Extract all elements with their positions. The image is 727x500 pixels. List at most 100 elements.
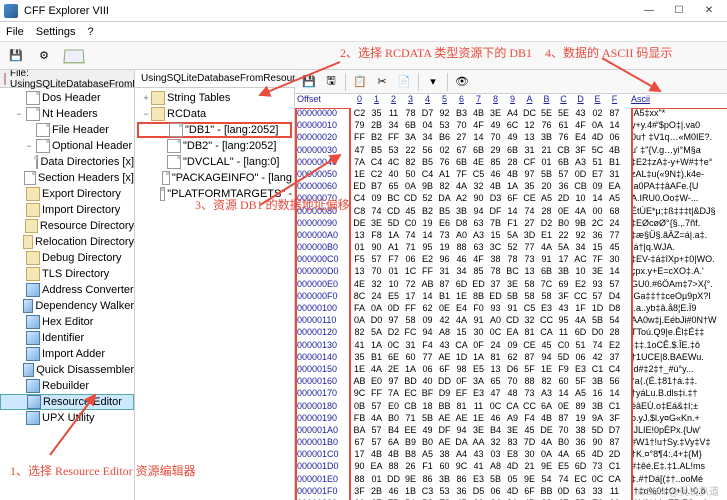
tree-item[interactable]: File Header	[0, 122, 134, 138]
save-icon[interactable]: 💾	[6, 46, 26, 66]
hex-row[interactable]: 00000100FA0A0DFF620EE4F09391C5E3431F1DD8…	[295, 303, 727, 315]
menu-settings[interactable]: Settings	[36, 26, 76, 38]
bytes-cell[interactable]: FB4AB0715BAEAE1E46A9F44B87199A3F	[351, 413, 627, 425]
bytes-cell[interactable]: 3F2B461BC35336D5064D6FBB0D633311	[351, 486, 627, 498]
hex-row[interactable]: 000001C0174B4BB8A538A44303E8300A4A654D2D…	[295, 449, 727, 461]
bytes-cell[interactable]: 47B553225602676B296B3121CB3F5C4B	[351, 145, 627, 157]
hex-row[interactable]: 000001800B57E0CB18BB81110CCACC6A0E893BC1…	[295, 401, 727, 413]
hex-row[interactable]: 00000020FFB2FF3A34B627147049133B76E44D06…	[295, 132, 727, 144]
tree-item[interactable]: Dependency Walker	[0, 298, 134, 314]
disk-icon[interactable]: 🖫	[321, 72, 341, 92]
tree-item[interactable]: Debug Directory	[0, 250, 134, 266]
resource-item[interactable]: "PLATFORMTARGETS" -	[137, 186, 292, 202]
bytes-cell[interactable]: 174B4BB8A538A44303E8300A4A654D2D	[351, 449, 627, 461]
hex-row[interactable]: 000001709CFF7AECBFD9EFE3474873A314A51614…	[295, 388, 727, 400]
dropdown-icon[interactable]: ▾	[423, 72, 443, 92]
hex-row[interactable]: 00000000C2351178D792B34B3EA4DC5E5E430287…	[295, 108, 727, 120]
bytes-cell[interactable]: F557F706E296464F3878739117AC7F30	[351, 254, 627, 266]
hex-row[interactable]: 000000F08C24E51714B11E8BED5B58583FCC57D4…	[295, 291, 727, 303]
bytes-cell[interactable]: 1370011CFF31348578BC136B3B103E14	[351, 266, 627, 278]
tree-item[interactable]: Quick Disassembler	[0, 362, 134, 378]
expand-icon[interactable]: +	[141, 93, 151, 103]
paste-icon[interactable]: 📄	[394, 72, 414, 92]
bytes-cell[interactable]: 8801DD9E863B86E35B059E5474EC0CCA	[351, 474, 627, 486]
settings-icon[interactable]: ⚙	[34, 46, 54, 66]
menu-help[interactable]: ?	[87, 26, 93, 38]
bytes-cell[interactable]: 0B57E0CB18BB81110CCACC6A0E893BC1	[351, 401, 627, 413]
hex-row[interactable]: 00000190FB4AB0715BAEAE1E46A9F44B87199A3F…	[295, 413, 727, 425]
expand-icon[interactable]: −	[14, 109, 24, 119]
hex-row[interactable]: 000000B00190A171951988633C52774A5A341545…	[295, 242, 727, 254]
bytes-cell[interactable]: FFB2FF3A34B627147049133B76E44D06	[351, 132, 627, 144]
bytes-cell[interactable]: 1E4A2E1A066F98E513D65F1EF9E3C1C4	[351, 364, 627, 376]
hex-row[interactable]: 000001100AD0975809424A91A0CD32CC954A5B54…	[295, 315, 727, 327]
bytes-cell[interactable]: 7AC44C82B5766B4E8528CF016BA351B1	[351, 157, 627, 169]
hex-row[interactable]: 00000120825AD2FC94A815300CEA81CA116DD028…	[295, 327, 727, 339]
tree-item[interactable]: UPX Utility	[0, 410, 134, 426]
tree-item[interactable]: −Nt Headers	[0, 106, 134, 122]
bytes-cell[interactable]: 1EC24050C4A17FC5464B975B570DE731	[351, 169, 627, 181]
bytes-cell[interactable]: FA0A0DFF620EE4F09391C5E3431F1DD8	[351, 303, 627, 315]
close-button[interactable]: ✕	[695, 2, 723, 20]
tree-item[interactable]: Identifier	[0, 330, 134, 346]
resource-item[interactable]: "PACKAGEINFO" - [lang	[137, 170, 292, 186]
hex-row[interactable]: 0000014035B16E6077AE1D1A816287945D064237…	[295, 352, 727, 364]
resource-item[interactable]: +String Tables	[137, 90, 292, 106]
hex-row[interactable]: 0000003047B553225602676B296B3121CB3F5C4B…	[295, 145, 727, 157]
tree-item[interactable]: Import Directory	[0, 202, 134, 218]
minimize-button[interactable]: —	[635, 2, 663, 20]
cut-icon[interactable]: ✂	[372, 72, 392, 92]
bytes-cell[interactable]: DE3E5DC019E6D8637BF127D2B09B2C24	[351, 218, 627, 230]
hex-row[interactable]: 000001501E4A2E1A066F98E513D65F1EF9E3C1C4…	[295, 364, 727, 376]
hex-row[interactable]: 000000501EC24050C4A17FC5464B975B570DE731…	[295, 169, 727, 181]
tree-item[interactable]: Hex Editor	[0, 314, 134, 330]
hex-row[interactable]: 00000080C874CD45B2B53B94DF1474280E4A0068…	[295, 206, 727, 218]
hex-row[interactable]: 00000130411A0C31F443CA0F2409CE45C05174E2…	[295, 340, 727, 352]
tree-item[interactable]: Data Directories [x]	[0, 154, 134, 170]
bytes-cell[interactable]: 411A0C31F443CA0F2409CE45C05174E2	[351, 340, 627, 352]
bytes-cell[interactable]: 9CFF7AECBFD9EFE3474873A314A51614	[351, 388, 627, 400]
tree-item[interactable]: Section Headers [x]	[0, 170, 134, 186]
hex-row[interactable]: 000001A0BA57B4EE49DF943EB43E45DE70385DD7…	[295, 425, 727, 437]
tree-item[interactable]: Dos Header	[0, 90, 134, 106]
hex-row[interactable]: 00000090DE3E5DC019E6D8637BF127D2B09B2C24…	[295, 218, 727, 230]
resource-item[interactable]: −RCData	[137, 106, 292, 122]
copy-icon[interactable]: 📋	[350, 72, 370, 92]
resource-item[interactable]: "DVCLAL" - [lang:0]	[137, 154, 292, 170]
bytes-cell[interactable]: C409BCCD52DAA290D36FCEA52D1014A5	[351, 193, 627, 205]
bytes-cell[interactable]: 0AD0975809424A91A0CD32CC954A5B54	[351, 315, 627, 327]
tree-item[interactable]: Export Directory	[0, 186, 134, 202]
resource-tab[interactable]: UsingSQLiteDatabaseFromResour...	[135, 70, 310, 87]
maximize-button[interactable]: ☐	[665, 2, 693, 20]
hex-row[interactable]: 000000A013F81A741473A0A3155A3DE122923677…	[295, 230, 727, 242]
hex-row[interactable]: 00000160ABE097BD40DD0F3A65708882605F3B56…	[295, 376, 727, 388]
hex-view[interactable]: Offset 0123456789ABCDEF Ascii 00000000C2…	[295, 94, 727, 500]
tree-item[interactable]: Address Converter	[0, 282, 134, 298]
hex-row[interactable]: 000001D090EA8826F1609C41A84D219EE56D73C1…	[295, 461, 727, 473]
tree-item[interactable]: Resource Directory	[0, 218, 134, 234]
tree-item[interactable]: TLS Directory	[0, 266, 134, 282]
tree-item[interactable]: Relocation Directory	[0, 234, 134, 250]
tree-item[interactable]: −Optional Header	[0, 138, 134, 154]
bytes-cell[interactable]: EDB7650A9B824A324B1A352036CB09EA	[351, 181, 627, 193]
tree-item[interactable]: Resource Editor	[0, 394, 134, 410]
hex-row[interactable]: 000000E04E321072AB876DED373E587C69E29357…	[295, 279, 727, 291]
hex-row[interactable]: 00000060EDB7650A9B824A324B1A352036CB09EA…	[295, 181, 727, 193]
bytes-cell[interactable]: 825AD2FC94A815300CEA81CA116DD028	[351, 327, 627, 339]
bytes-cell[interactable]: 90EA8826F1609C41A84D219EE56D73C1	[351, 461, 627, 473]
view-icon[interactable]: 👁	[452, 72, 472, 92]
expand-icon[interactable]: −	[24, 141, 34, 151]
bytes-cell[interactable]: ABE097BD40DD0F3A65708882605F3B56	[351, 376, 627, 388]
hex-row[interactable]: 000000C0F557F706E296464F3878739117AC7F30…	[295, 254, 727, 266]
expand-icon[interactable]: −	[141, 109, 151, 119]
bytes-cell[interactable]: 13F81A741473A0A3155A3DE122923677	[351, 230, 627, 242]
bytes-cell[interactable]: 35B16E6077AE1D1A816287945D064237	[351, 352, 627, 364]
open-book-icon[interactable]	[62, 47, 86, 65]
save-icon[interactable]: 💾	[299, 72, 319, 92]
resource-item[interactable]: "DB2" - [lang:2052]	[137, 138, 292, 154]
bytes-cell[interactable]: 67576AB9B0AEDAAA32837D4AB0369087	[351, 437, 627, 449]
menu-file[interactable]: File	[6, 26, 24, 38]
bytes-cell[interactable]: 792B346B0453704F496C1276614F0A14	[351, 120, 627, 132]
hex-row[interactable]: 00000010792B346B0453704F496C1276614F0A14…	[295, 120, 727, 132]
tree-item[interactable]: Rebuilder	[0, 378, 134, 394]
